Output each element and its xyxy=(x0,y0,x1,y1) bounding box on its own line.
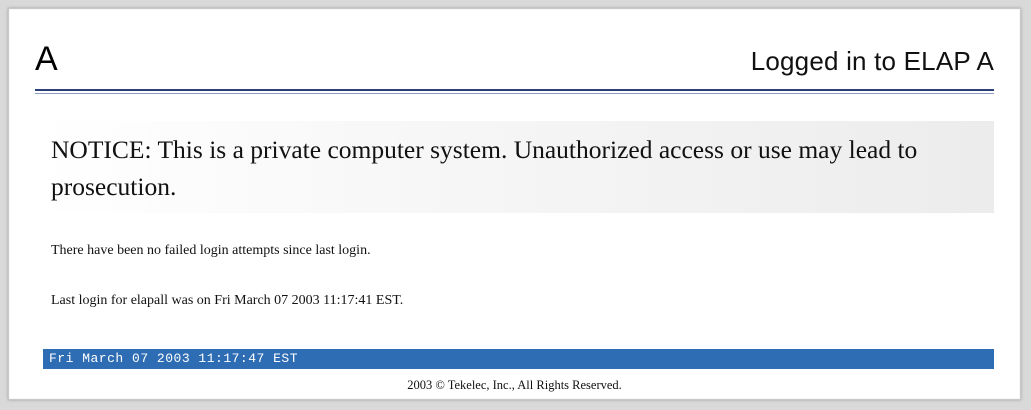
status-bar: Fri March 07 2003 11:17:47 EST xyxy=(43,349,994,369)
notice-text: NOTICE: This is a private computer syste… xyxy=(51,135,918,201)
header-divider-thin xyxy=(35,93,994,94)
logged-in-status: Logged in to ELAP A xyxy=(750,46,994,76)
login-banner-panel: A Logged in to ELAP A NOTICE: This is a … xyxy=(8,8,1021,400)
copyright-footer: 2003 © Tekelec, Inc., All Rights Reserve… xyxy=(407,378,622,392)
header-divider xyxy=(35,89,994,91)
system-letter: A xyxy=(35,40,58,78)
status-datetime: Fri March 07 2003 11:17:47 EST xyxy=(49,351,299,366)
failed-login-message: There have been no failed login attempts… xyxy=(51,243,371,258)
security-notice: NOTICE: This is a private computer syste… xyxy=(37,121,994,213)
last-login-message: Last login for elapall was on Fri March … xyxy=(51,293,404,308)
